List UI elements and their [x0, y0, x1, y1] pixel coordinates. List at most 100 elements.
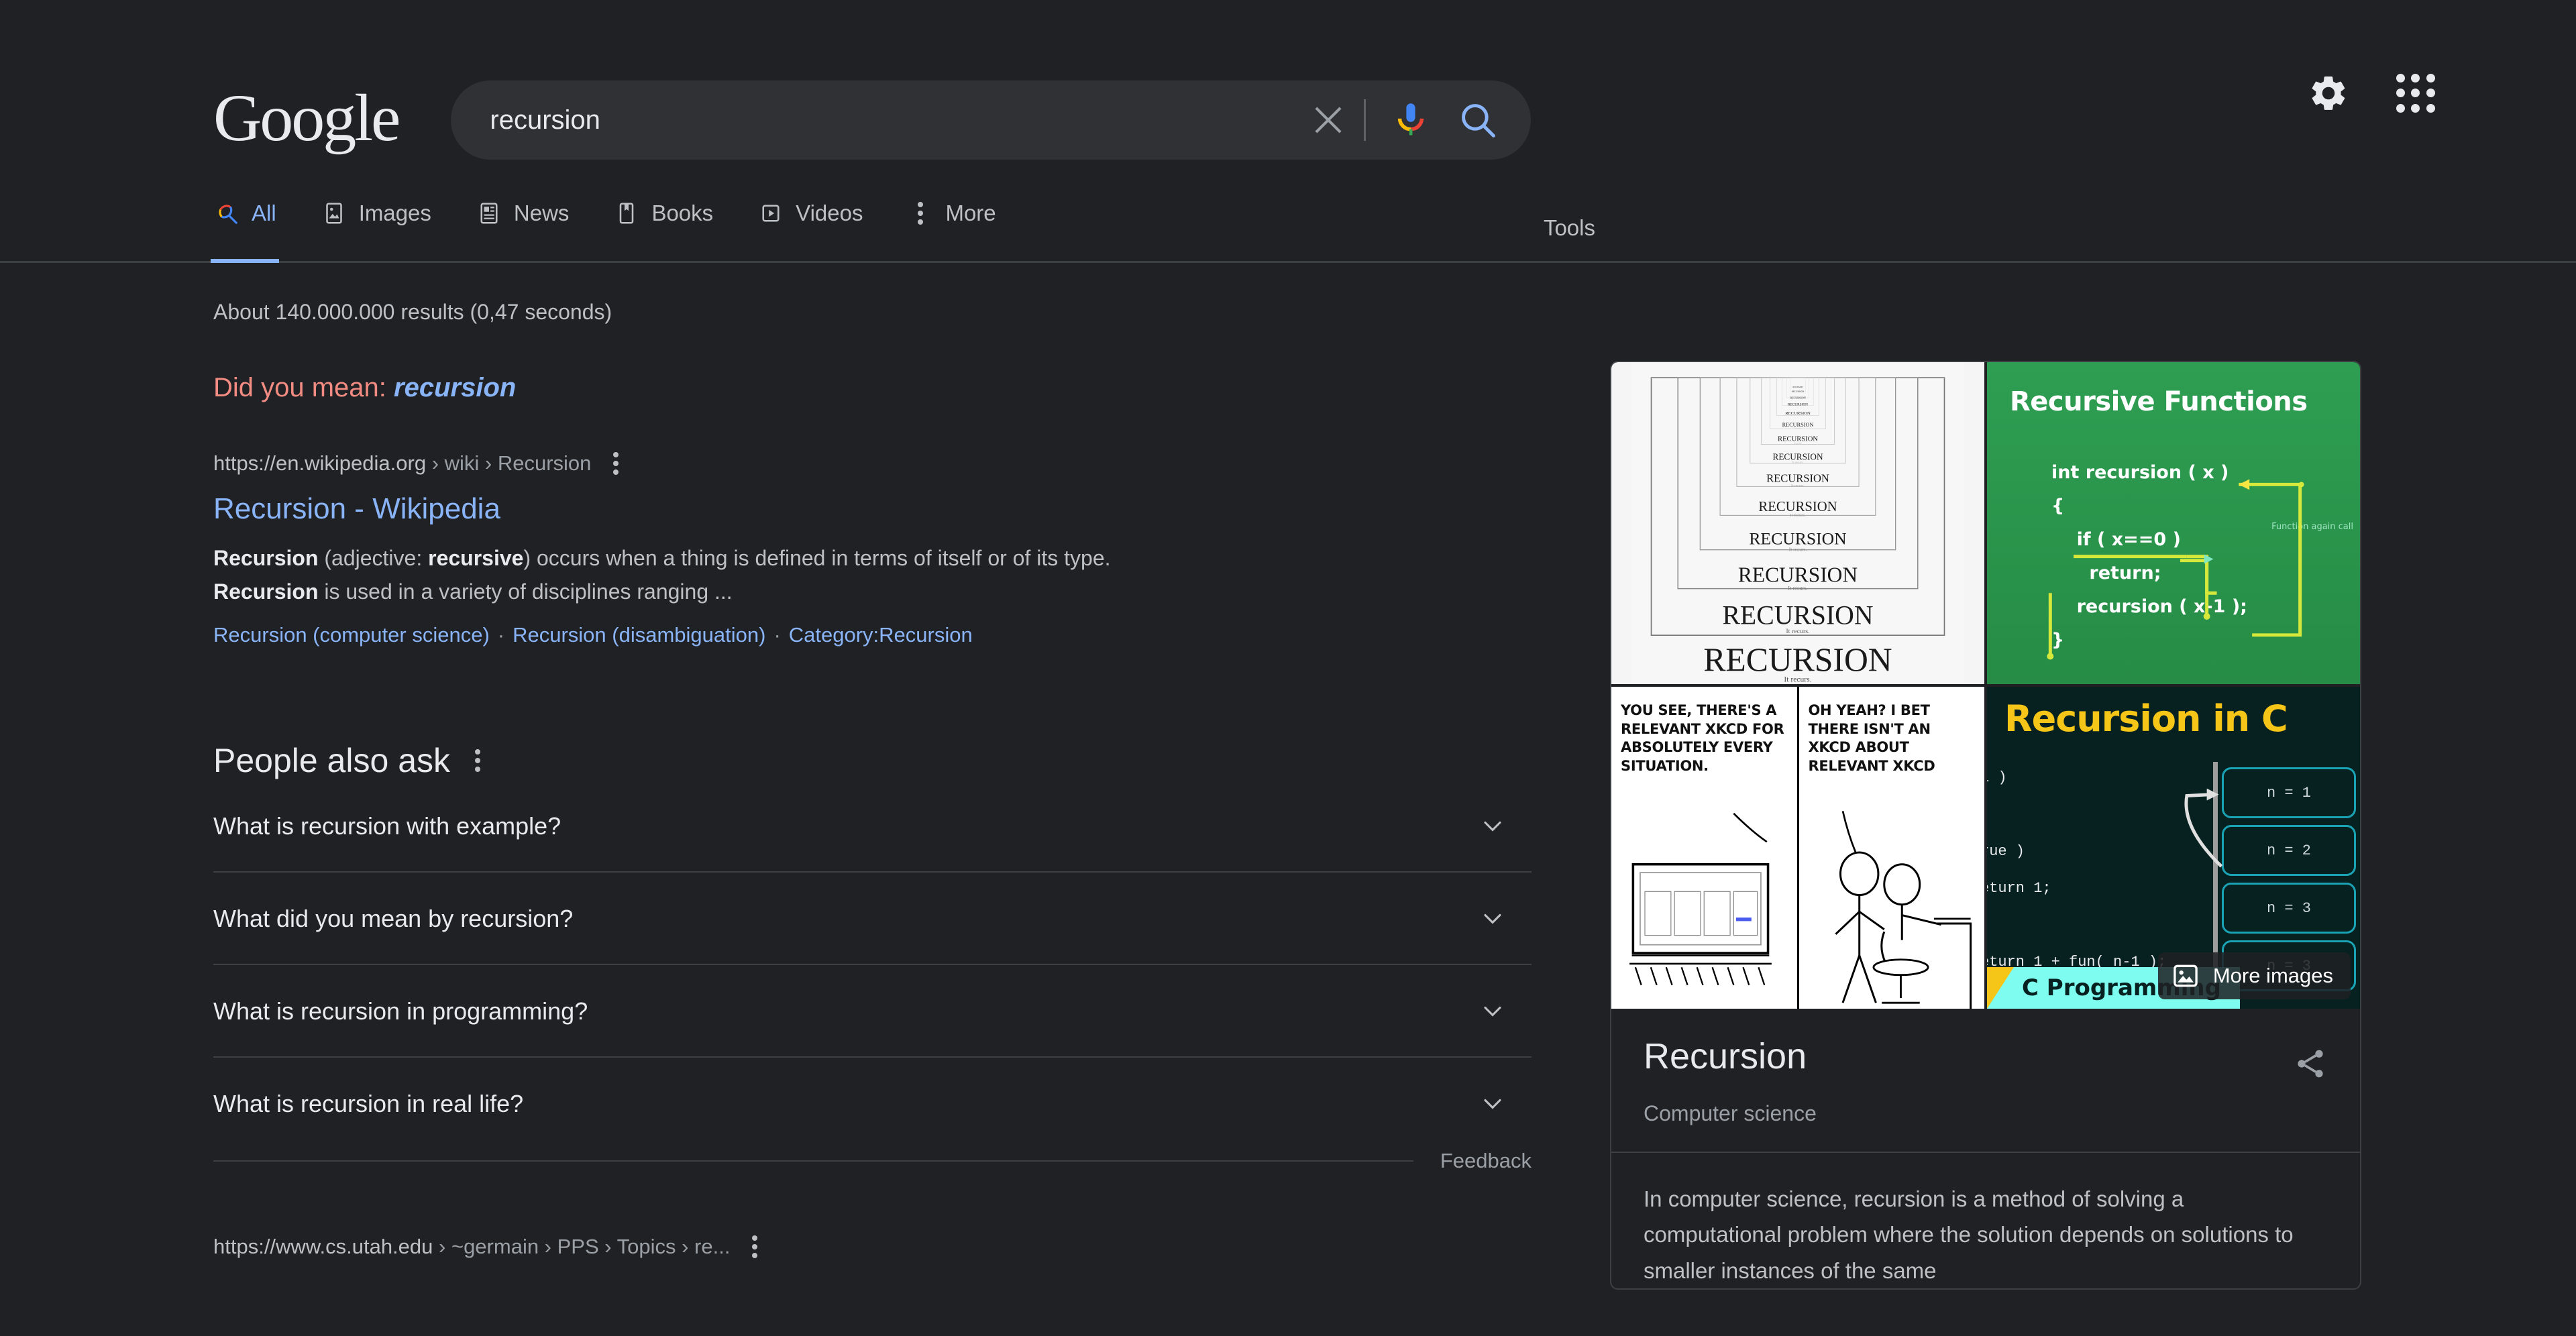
comic-panel-1: YOU SEE, THERE'S A RELEVANT XKCD FOR ABS… — [1611, 687, 1799, 1009]
tab-videos-label: Videos — [796, 201, 863, 225]
knowledge-panel-body: Recursion Computer science In computer s… — [1611, 1009, 2360, 1288]
svg-text:RECURSION: RECURSION — [1788, 403, 1808, 407]
slide-title: Recursion in C — [2004, 698, 2288, 740]
microphone-icon[interactable] — [1389, 98, 1433, 142]
knowledge-panel: RECURSION It recurs. RECURSION It recurs… — [1610, 361, 2361, 1290]
book-icon — [613, 200, 640, 227]
tab-books-label: Books — [651, 201, 714, 225]
search-result: https://en.wikipedia.org › wiki › Recurs… — [213, 451, 1555, 647]
image-icon — [2171, 962, 2200, 990]
tab-news-label: News — [513, 201, 570, 225]
header-right-actions — [2308, 72, 2435, 114]
comic-panel-2-text: OH YEAH? I BET THERE ISN'T AN XKCD ABOUT… — [1808, 702, 1935, 775]
kebab-menu-icon[interactable] — [612, 452, 619, 475]
search-nav-tabs: All Images News Books Videos More Tools — [211, 186, 2360, 263]
paa-question-label: What is recursion with example? — [213, 812, 561, 840]
stack-frame: n = 1 — [2222, 767, 2356, 818]
comic-panel-1-text: YOU SEE, THERE'S A RELEVANT XKCD FOR ABS… — [1621, 702, 1784, 775]
svg-text:It recurs.: It recurs. — [1789, 546, 1807, 552]
search-divider — [1364, 99, 1366, 141]
more-images-label: More images — [2212, 964, 2333, 987]
knowledge-panel-description: In computer science, recursion is a meth… — [1644, 1186, 2294, 1283]
did-you-mean-link[interactable]: recursion — [394, 373, 516, 402]
svg-text:RECURSION: RECURSION — [1758, 500, 1837, 514]
svg-text:It recurs.: It recurs. — [1788, 585, 1807, 591]
result-sitelinks: Recursion (computer science) · Recursion (… — [213, 623, 973, 647]
snippet-line-2: Recursion is used in a variety of discip… — [213, 579, 733, 604]
stack-frame: n = 3 — [2222, 883, 2356, 934]
tab-images[interactable]: Images — [321, 186, 431, 261]
svg-text:RECURSION: RECURSION — [1785, 411, 1811, 416]
svg-text:It recurs.: It recurs. — [1791, 484, 1805, 488]
google-logo[interactable]: Google — [213, 85, 400, 152]
svg-text:RECURSION: RECURSION — [1749, 528, 1846, 548]
tab-images-label: Images — [358, 201, 431, 225]
svg-text:It recurs.: It recurs. — [1790, 513, 1806, 518]
tab-books[interactable]: Books — [613, 186, 713, 261]
svg-text:RECURSION: RECURSION — [1766, 472, 1829, 485]
result-title-link[interactable]: Recursion - Wikipedia — [213, 490, 1555, 527]
sitelink-3[interactable]: Category:Recursion — [789, 623, 973, 647]
chevron-down-icon[interactable] — [1478, 996, 1507, 1025]
video-play-icon — [757, 200, 784, 227]
svg-text:RECURSION: RECURSION — [1738, 563, 1858, 587]
did-you-mean-label: Did you mean: — [213, 373, 386, 402]
paa-question-label: What is recursion in real life? — [213, 1090, 524, 1118]
sitelink-2[interactable]: Recursion (disambiguation) — [513, 623, 765, 647]
svg-text:RECURSION: RECURSION — [1703, 641, 1892, 678]
chevron-down-icon[interactable] — [1478, 1089, 1507, 1118]
paa-question[interactable]: What is recursion with example? — [213, 780, 1532, 873]
tab-more[interactable]: More — [907, 186, 996, 261]
sitelink-1[interactable]: Recursion (computer science) — [213, 623, 490, 647]
people-also-ask: People also ask What is recursion with e… — [213, 741, 1532, 1173]
tab-all[interactable]: All — [211, 186, 279, 263]
knowledge-panel-subtitle: Computer science — [1644, 1101, 1817, 1125]
did-you-mean: Did you mean: recursion — [213, 373, 1555, 403]
chevron-down-icon[interactable] — [1478, 811, 1507, 840]
share-icon[interactable] — [2293, 1046, 2328, 1081]
header-top-row: Google recursion — [0, 0, 2576, 188]
gear-icon[interactable] — [2308, 72, 2349, 114]
svg-text:RECURSION: RECURSION — [1792, 390, 1805, 393]
newspaper-icon — [476, 200, 502, 227]
knowledge-panel-images: RECURSION It recurs. RECURSION It recurs… — [1611, 362, 2360, 1009]
svg-text:RECURSION: RECURSION — [1772, 452, 1823, 462]
svg-text:It recurs.: It recurs. — [1792, 461, 1803, 465]
comic-panel-2: OH YEAH? I BET THERE ISN'T AN XKCD ABOUT… — [1799, 687, 1985, 1009]
result-url[interactable]: https://en.wikipedia.org › wiki › Recurs… — [213, 451, 591, 476]
paa-question[interactable]: What is recursion in real life? — [213, 1058, 1532, 1149]
paa-question[interactable]: What is recursion in programming? — [213, 965, 1532, 1058]
flow-arrows — [2047, 479, 2304, 660]
kebab-menu-icon[interactable] — [474, 749, 481, 773]
tab-news[interactable]: News — [476, 186, 570, 261]
tools-button[interactable]: Tools — [1544, 215, 1595, 261]
result-stats: About 140.000.000 results (0,47 seconds) — [213, 300, 612, 324]
result-breadcrumbs: › wiki › Recursion — [431, 451, 592, 475]
xkcd-relevant-comic[interactable]: YOU SEE, THERE'S A RELEVANT XKCD FOR ABS… — [1611, 687, 1984, 1009]
magnifier-icon[interactable] — [1456, 98, 1500, 142]
paa-header: People also ask — [213, 741, 1532, 780]
result-url-row: https://en.wikipedia.org › wiki › Recurs… — [213, 451, 1555, 476]
svg-text:RECURSION: RECURSION — [1793, 386, 1803, 388]
kebab-menu-icon[interactable] — [751, 1235, 758, 1259]
paa-question-label: What did you mean by recursion? — [213, 905, 574, 933]
feedback-link[interactable]: Feedback — [1413, 1149, 1532, 1173]
more-images-button[interactable]: More images — [2157, 952, 2351, 999]
divider — [213, 1160, 1413, 1162]
google-apps-grid-icon[interactable] — [2396, 74, 2435, 113]
paa-question-label: What is recursion in programming? — [213, 997, 588, 1025]
result-url[interactable]: https://www.cs.utah.edu › ~germain › PPS… — [213, 1235, 730, 1259]
search-box[interactable]: recursion — [451, 80, 1532, 160]
chevron-down-icon[interactable] — [1478, 903, 1507, 933]
recursive-functions-slide[interactable]: Recursive Functions int recursion ( x ) … — [1987, 362, 2360, 684]
paa-feedback-row: Feedback — [213, 1149, 1532, 1173]
stack-frame: n = 2 — [2222, 825, 2356, 876]
tab-videos[interactable]: Videos — [757, 186, 863, 261]
paa-title: People also ask — [213, 742, 451, 780]
search-input[interactable]: recursion — [490, 105, 1307, 135]
knowledge-panel-header: Recursion — [1644, 1036, 2328, 1081]
svg-text:It recurs.: It recurs. — [1784, 675, 1811, 684]
droste-recursion-image[interactable]: RECURSION It recurs. RECURSION It recurs… — [1611, 362, 1984, 684]
paa-question[interactable]: What did you mean by recursion? — [213, 873, 1532, 966]
close-x-icon[interactable] — [1307, 99, 1349, 141]
